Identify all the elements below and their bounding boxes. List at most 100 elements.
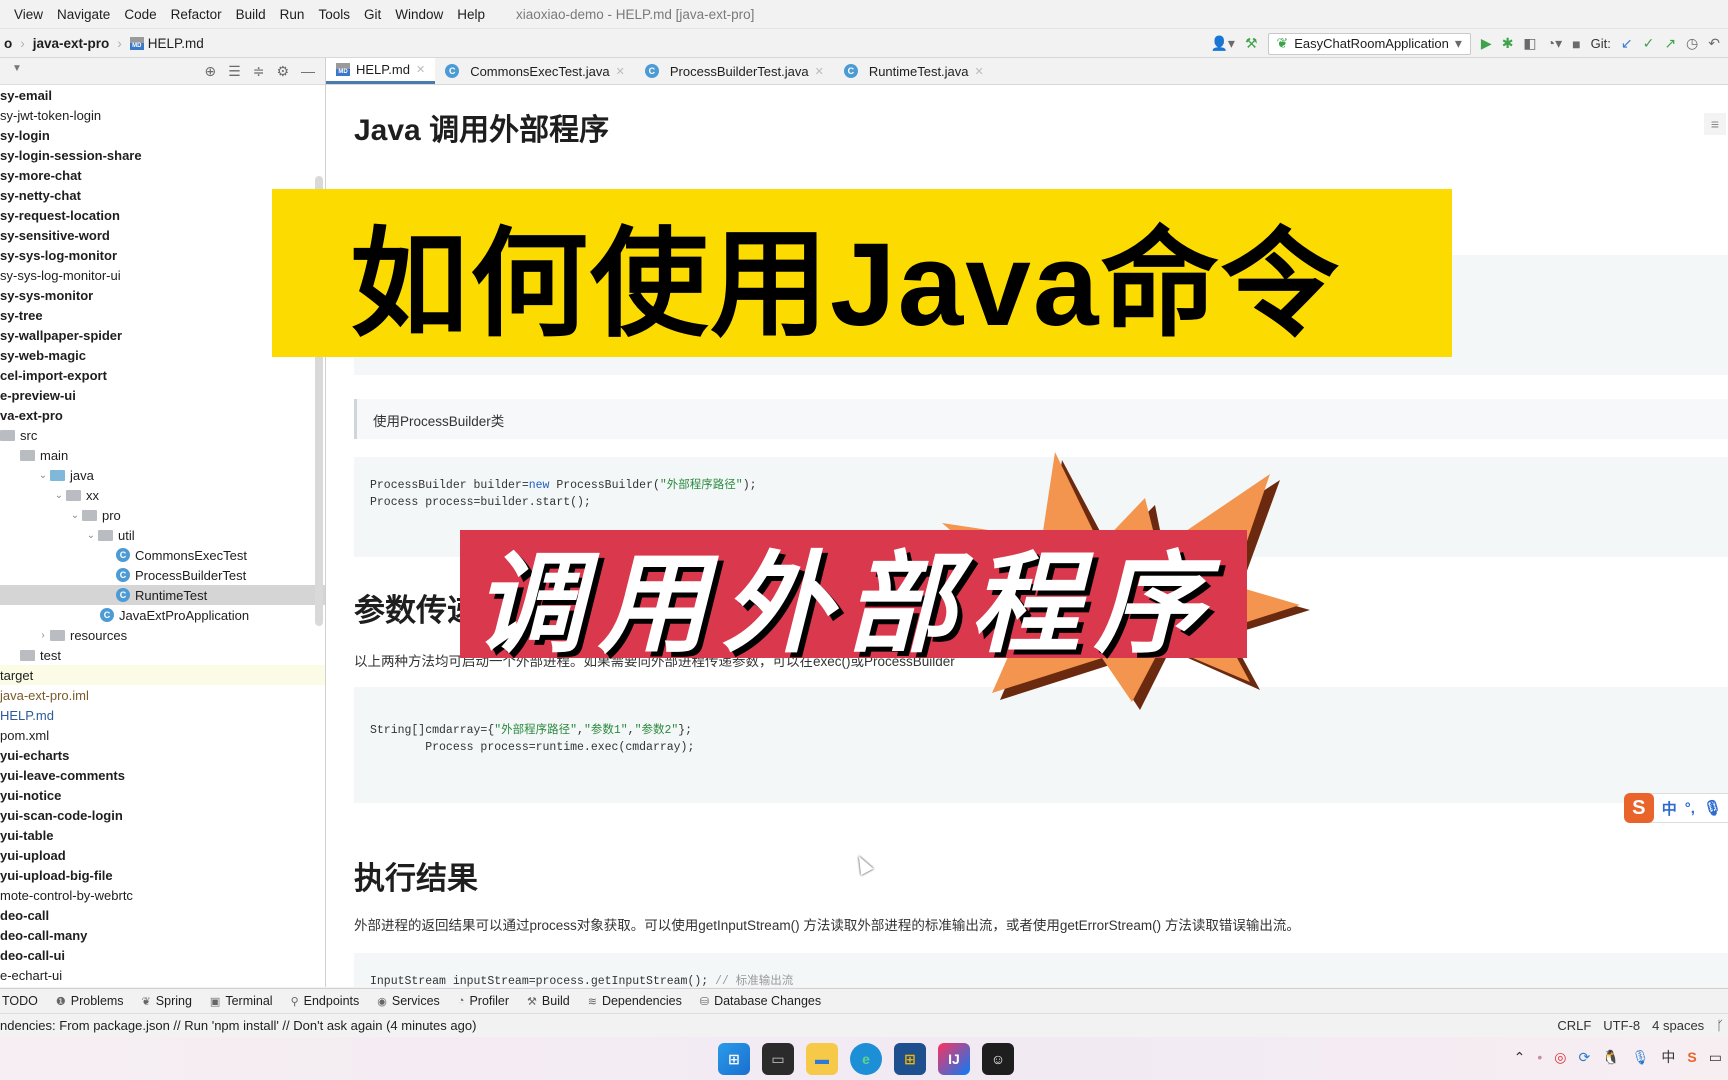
ime-tray-label[interactable]: 中: [1661, 1047, 1675, 1067]
tree-item[interactable]: deo-call-ui: [0, 945, 325, 965]
tree-item[interactable]: deo-call: [0, 905, 325, 925]
tab-commons-exec-test[interactable]: C CommonsExecTest.java ✕: [435, 58, 635, 84]
tree-item[interactable]: yui-scan-code-login: [0, 805, 325, 825]
menu-view[interactable]: View: [0, 7, 50, 22]
git-commit-icon[interactable]: ✓: [1643, 35, 1655, 52]
view-dropdown-icon[interactable]: ▼: [12, 63, 22, 74]
tree-item[interactable]: e-echart-ui: [0, 965, 325, 985]
tree-item[interactable]: e-preview-ui: [0, 385, 325, 405]
tree-item[interactable]: yui-table: [0, 825, 325, 845]
close-tab-icon[interactable]: ✕: [616, 65, 625, 78]
tree-item[interactable]: C RuntimeTest: [0, 585, 325, 605]
chevron-down-icon[interactable]: ⌄: [52, 490, 66, 501]
status-message[interactable]: ndencies: From package.json // Run 'npm …: [0, 1018, 476, 1033]
menu-code[interactable]: Code: [117, 7, 163, 22]
tree-item[interactable]: sy-login: [0, 125, 325, 145]
ime-punct-label[interactable]: °,: [1685, 800, 1695, 817]
tool-build[interactable]: ⚒ Build: [527, 994, 570, 1008]
tree-item[interactable]: yui-upload: [0, 845, 325, 865]
user-icon[interactable]: 👤▾: [1210, 35, 1234, 52]
build-hammer-icon[interactable]: ⚒: [1245, 35, 1258, 52]
tree-item[interactable]: src: [0, 425, 325, 445]
menu-run[interactable]: Run: [273, 7, 312, 22]
tool-problems[interactable]: ❶ Problems: [56, 994, 124, 1008]
file-explorer-icon[interactable]: ▬: [806, 1043, 838, 1075]
chevron-down-icon[interactable]: ⌄: [84, 530, 98, 541]
expand-all-icon[interactable]: ☰: [228, 63, 241, 80]
microphone-icon[interactable]: 🎙: [1632, 1049, 1650, 1066]
chevron-down-icon[interactable]: ⌄: [68, 510, 82, 521]
menu-window[interactable]: Window: [388, 7, 450, 22]
chat-app-icon[interactable]: ☺: [982, 1043, 1014, 1075]
close-tab-icon[interactable]: ✕: [815, 65, 824, 78]
tree-item[interactable]: java-ext-pro.iml: [0, 685, 325, 705]
tree-item[interactable]: sy-email: [0, 85, 325, 105]
qq-penguin-icon[interactable]: 🐧: [1602, 1049, 1619, 1066]
tree-item[interactable]: pom.xml: [0, 725, 325, 745]
store-icon[interactable]: ⊞: [894, 1043, 926, 1075]
menu-git[interactable]: Git: [357, 7, 388, 22]
tree-item[interactable]: ⌄ java: [0, 465, 325, 485]
chevron-down-icon[interactable]: ⌄: [36, 470, 50, 481]
tool-profiler[interactable]: ◔ Profiler: [458, 994, 509, 1008]
breadcrumb-module[interactable]: java-ext-pro: [29, 36, 114, 51]
git-update-icon[interactable]: ↙: [1621, 35, 1633, 52]
hide-panel-icon[interactable]: —: [301, 63, 315, 79]
coverage-icon[interactable]: ◧: [1523, 35, 1536, 52]
microphone-icon[interactable]: 🎙: [1703, 799, 1722, 817]
tool-todo[interactable]: TODO: [2, 994, 38, 1008]
network-icon[interactable]: ▭: [1709, 1049, 1722, 1066]
git-branch-icon[interactable]: ᚴ: [1716, 1018, 1724, 1033]
debug-icon[interactable]: ✱: [1502, 35, 1514, 52]
tree-item[interactable]: test: [0, 645, 325, 665]
tree-item[interactable]: C JavaExtProApplication: [0, 605, 325, 625]
tree-item[interactable]: mote-control-by-webrtc: [0, 885, 325, 905]
collapse-all-icon[interactable]: ≑: [253, 63, 265, 80]
tree-item[interactable]: target: [0, 665, 325, 685]
sync-icon[interactable]: ⟳: [1578, 1049, 1590, 1066]
tree-item[interactable]: main: [0, 445, 325, 465]
breadcrumb-root[interactable]: o: [0, 36, 16, 51]
tab-runtime-test[interactable]: C RuntimeTest.java ✕: [834, 58, 994, 84]
ime-toolbar[interactable]: S 中 °, 🎙: [1623, 793, 1728, 823]
tool-services[interactable]: ◉ Services: [377, 994, 440, 1008]
netease-music-icon[interactable]: ◎: [1554, 1049, 1566, 1066]
stop-icon[interactable]: ■: [1572, 36, 1580, 52]
tree-item[interactable]: ⌄ util: [0, 525, 325, 545]
tree-item[interactable]: cel-import-export: [0, 365, 325, 385]
tree-item[interactable]: deo-call-many: [0, 925, 325, 945]
tree-item[interactable]: HELP.md: [0, 705, 325, 725]
indent-widget[interactable]: 4 spaces: [1652, 1018, 1704, 1033]
sogou-tray-icon[interactable]: S: [1687, 1049, 1696, 1065]
preview-menu-icon[interactable]: ≡: [1704, 113, 1726, 135]
run-configuration-select[interactable]: ❦ EasyChatRoomApplication ▾: [1267, 32, 1471, 55]
tree-item[interactable]: yui-notice: [0, 785, 325, 805]
git-push-icon[interactable]: ↗: [1664, 35, 1676, 52]
menu-navigate[interactable]: Navigate: [50, 7, 117, 22]
tray-expand-icon[interactable]: ⌃: [1514, 1049, 1526, 1066]
tree-item[interactable]: sy-more-chat: [0, 165, 325, 185]
tool-database-changes[interactable]: ⛁ Database Changes: [700, 994, 821, 1008]
breadcrumb-file[interactable]: MD HELP.md: [126, 36, 208, 51]
run-icon[interactable]: ▶: [1481, 35, 1492, 52]
close-tab-icon[interactable]: ✕: [975, 65, 984, 78]
tree-item[interactable]: ⌄ pro: [0, 505, 325, 525]
menu-refactor[interactable]: Refactor: [164, 7, 229, 22]
locate-file-icon[interactable]: ⊕: [204, 63, 216, 80]
tool-endpoints[interactable]: ⚲ Endpoints: [291, 994, 360, 1008]
settings-gear-icon[interactable]: ⚙: [276, 63, 289, 80]
ime-mode-label[interactable]: 中: [1662, 798, 1677, 819]
windows-start-icon[interactable]: ⊞: [718, 1043, 750, 1075]
chevron-right-icon[interactable]: ›: [36, 630, 50, 641]
tool-dependencies[interactable]: ≋ Dependencies: [588, 994, 682, 1008]
intellij-icon[interactable]: IJ: [938, 1043, 970, 1075]
encoding-widget[interactable]: UTF-8: [1603, 1018, 1640, 1033]
menu-build[interactable]: Build: [229, 7, 273, 22]
tree-item[interactable]: va-ext-pro: [0, 405, 325, 425]
tab-process-builder-test[interactable]: C ProcessBuilderTest.java ✕: [635, 58, 834, 84]
menu-tools[interactable]: Tools: [311, 7, 357, 22]
tree-item[interactable]: sy-login-session-share: [0, 145, 325, 165]
tree-item[interactable]: C CommonsExecTest: [0, 545, 325, 565]
tree-item[interactable]: ⌄ xx: [0, 485, 325, 505]
tab-help-md[interactable]: MD HELP.md ✕: [326, 58, 436, 84]
